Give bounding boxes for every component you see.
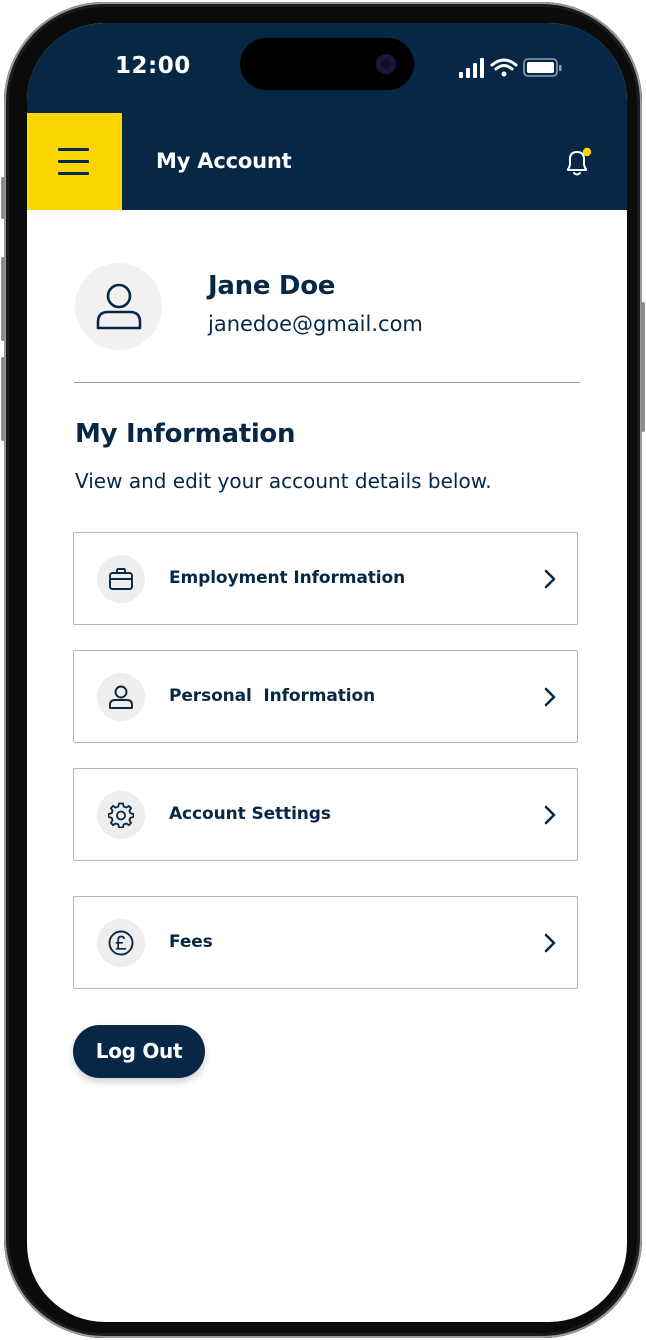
camera-icon — [376, 54, 396, 74]
chevron-right-icon — [544, 805, 556, 825]
section-title: My Information — [75, 419, 296, 449]
chevron-right-icon — [544, 687, 556, 707]
account-settings-item[interactable]: Account Settings — [73, 768, 578, 861]
divider — [74, 382, 580, 383]
avatar — [75, 263, 162, 350]
section-subtitle: View and edit your account details below… — [75, 469, 492, 493]
page-title: My Account — [156, 149, 292, 173]
menu-item-label: Employment Information — [169, 568, 406, 588]
user-name: Jane Doe — [208, 271, 336, 301]
pound-icon — [108, 930, 134, 956]
icon-circle — [97, 555, 145, 603]
app-header: My Account — [27, 113, 627, 210]
side-button — [641, 302, 645, 432]
chevron-right-icon — [544, 933, 556, 953]
menu-item-label: Fees — [169, 932, 213, 952]
user-icon — [96, 283, 142, 330]
dynamic-island — [240, 38, 414, 90]
side-button — [1, 357, 5, 441]
signal-icon — [459, 58, 484, 78]
status-icons — [459, 58, 562, 78]
icon-circle — [97, 791, 145, 839]
notification-dot — [582, 147, 592, 157]
gear-icon — [108, 802, 134, 828]
screen: 12:00 My Account Jane Doe janedoe@gmail.… — [27, 23, 627, 1322]
briefcase-icon — [109, 568, 133, 590]
side-button — [1, 177, 5, 219]
personal-information-item[interactable]: Personal Information — [73, 650, 578, 743]
user-icon — [109, 685, 133, 709]
hamburger-menu-icon — [58, 172, 89, 175]
menu-item-label: Account Settings — [169, 804, 331, 824]
employment-information-item[interactable]: Employment Information — [73, 532, 578, 625]
menu-item-label: Personal Information — [169, 686, 376, 706]
wifi-icon — [490, 58, 518, 77]
status-time: 12:00 — [115, 53, 191, 79]
side-button — [1, 257, 5, 341]
log-out-button[interactable]: Log Out — [73, 1025, 205, 1078]
icon-circle — [97, 919, 145, 967]
chevron-right-icon — [544, 569, 556, 589]
battery-icon — [523, 58, 562, 77]
hamburger-menu-icon — [58, 148, 89, 151]
hamburger-menu-button[interactable] — [27, 113, 122, 210]
hamburger-menu-icon — [58, 160, 89, 163]
phone-frame: 12:00 My Account Jane Doe janedoe@gmail.… — [1, 2, 645, 1338]
icon-circle — [97, 673, 145, 721]
bell-icon[interactable] — [563, 147, 593, 179]
fees-item[interactable]: Fees — [73, 896, 578, 989]
user-email: janedoe@gmail.com — [208, 312, 423, 336]
status-bar: 12:00 — [27, 23, 627, 113]
